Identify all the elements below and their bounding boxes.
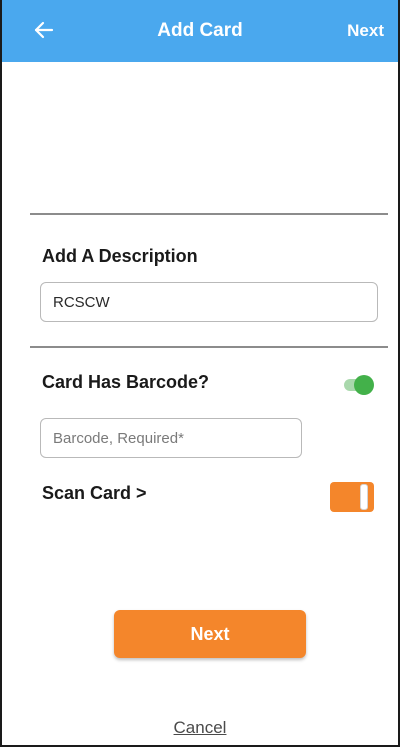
top-app-bar: Add Card Next <box>2 0 398 62</box>
add-card-screen: Add Card Next Add A Description Card Has… <box>0 0 400 747</box>
scan-card-toggle[interactable] <box>330 482 376 512</box>
divider <box>30 213 388 215</box>
page-title: Add Card <box>157 20 243 41</box>
next-button[interactable]: Next <box>114 610 306 658</box>
header-next-button[interactable]: Next <box>347 21 384 41</box>
barcode-toggle-label: Card Has Barcode? <box>42 372 210 392</box>
description-input[interactable] <box>40 282 378 322</box>
description-label: Add A Description <box>42 246 198 266</box>
barcode-input[interactable] <box>40 418 302 458</box>
barcode-toggle-thumb <box>354 375 374 395</box>
divider <box>30 346 388 348</box>
cancel-link[interactable]: Cancel <box>2 718 398 738</box>
barcode-toggle[interactable] <box>344 375 374 395</box>
scan-card-toggle-thumb <box>360 484 368 510</box>
scan-card-label[interactable]: Scan Card > <box>42 483 147 504</box>
